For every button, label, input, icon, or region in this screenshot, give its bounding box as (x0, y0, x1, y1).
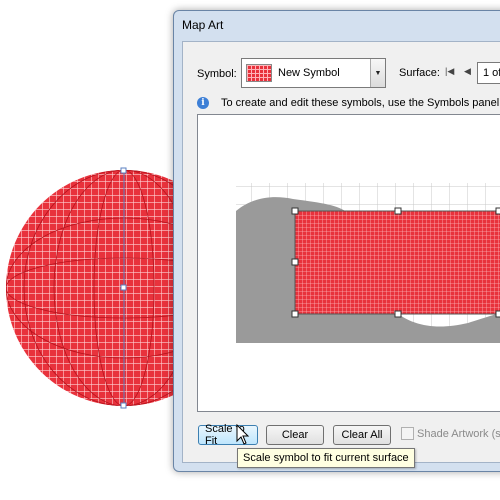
dialog-title: Map Art (182, 18, 224, 32)
surface-map (236, 183, 500, 343)
clear-button[interactable]: Clear (266, 425, 324, 445)
mouse-cursor-icon (236, 424, 250, 445)
symbol-placement (294, 210, 500, 315)
first-page-icon[interactable]: |◀ (445, 66, 454, 77)
tooltip: Scale symbol to fit current surface (237, 448, 415, 468)
info-icon: i (197, 97, 209, 109)
sphere-artwork (6, 167, 180, 409)
shade-artwork-checkbox[interactable] (401, 427, 414, 440)
dropdown-arrow-icon[interactable]: ▼ (370, 59, 385, 87)
surface-page-field[interactable]: 1 of (477, 62, 500, 84)
dialog-client-area: Symbol: New Symbol ▼ Surface: |◀ ◀ 1 of … (182, 41, 500, 463)
symbol-label: Symbol: (197, 68, 237, 80)
prev-page-icon[interactable]: ◀ (464, 66, 471, 77)
dialog-titlebar[interactable]: Map Art (174, 11, 500, 39)
symbol-select-value: New Symbol (278, 67, 340, 79)
symbol-select[interactable]: New Symbol ▼ (241, 58, 386, 88)
map-art-dialog: Map Art Symbol: New Symbol ▼ Surface: |◀… (173, 10, 500, 472)
surface-page-text: 1 of (483, 67, 500, 79)
surface-preview[interactable] (197, 114, 500, 412)
surface-label: Surface: (399, 67, 440, 79)
clear-all-button[interactable]: Clear All (333, 425, 391, 445)
shade-artwork-label: Shade Artwork (slo (417, 428, 500, 440)
symbol-swatch (246, 64, 272, 82)
info-text: To create and edit these symbols, use th… (221, 97, 500, 109)
